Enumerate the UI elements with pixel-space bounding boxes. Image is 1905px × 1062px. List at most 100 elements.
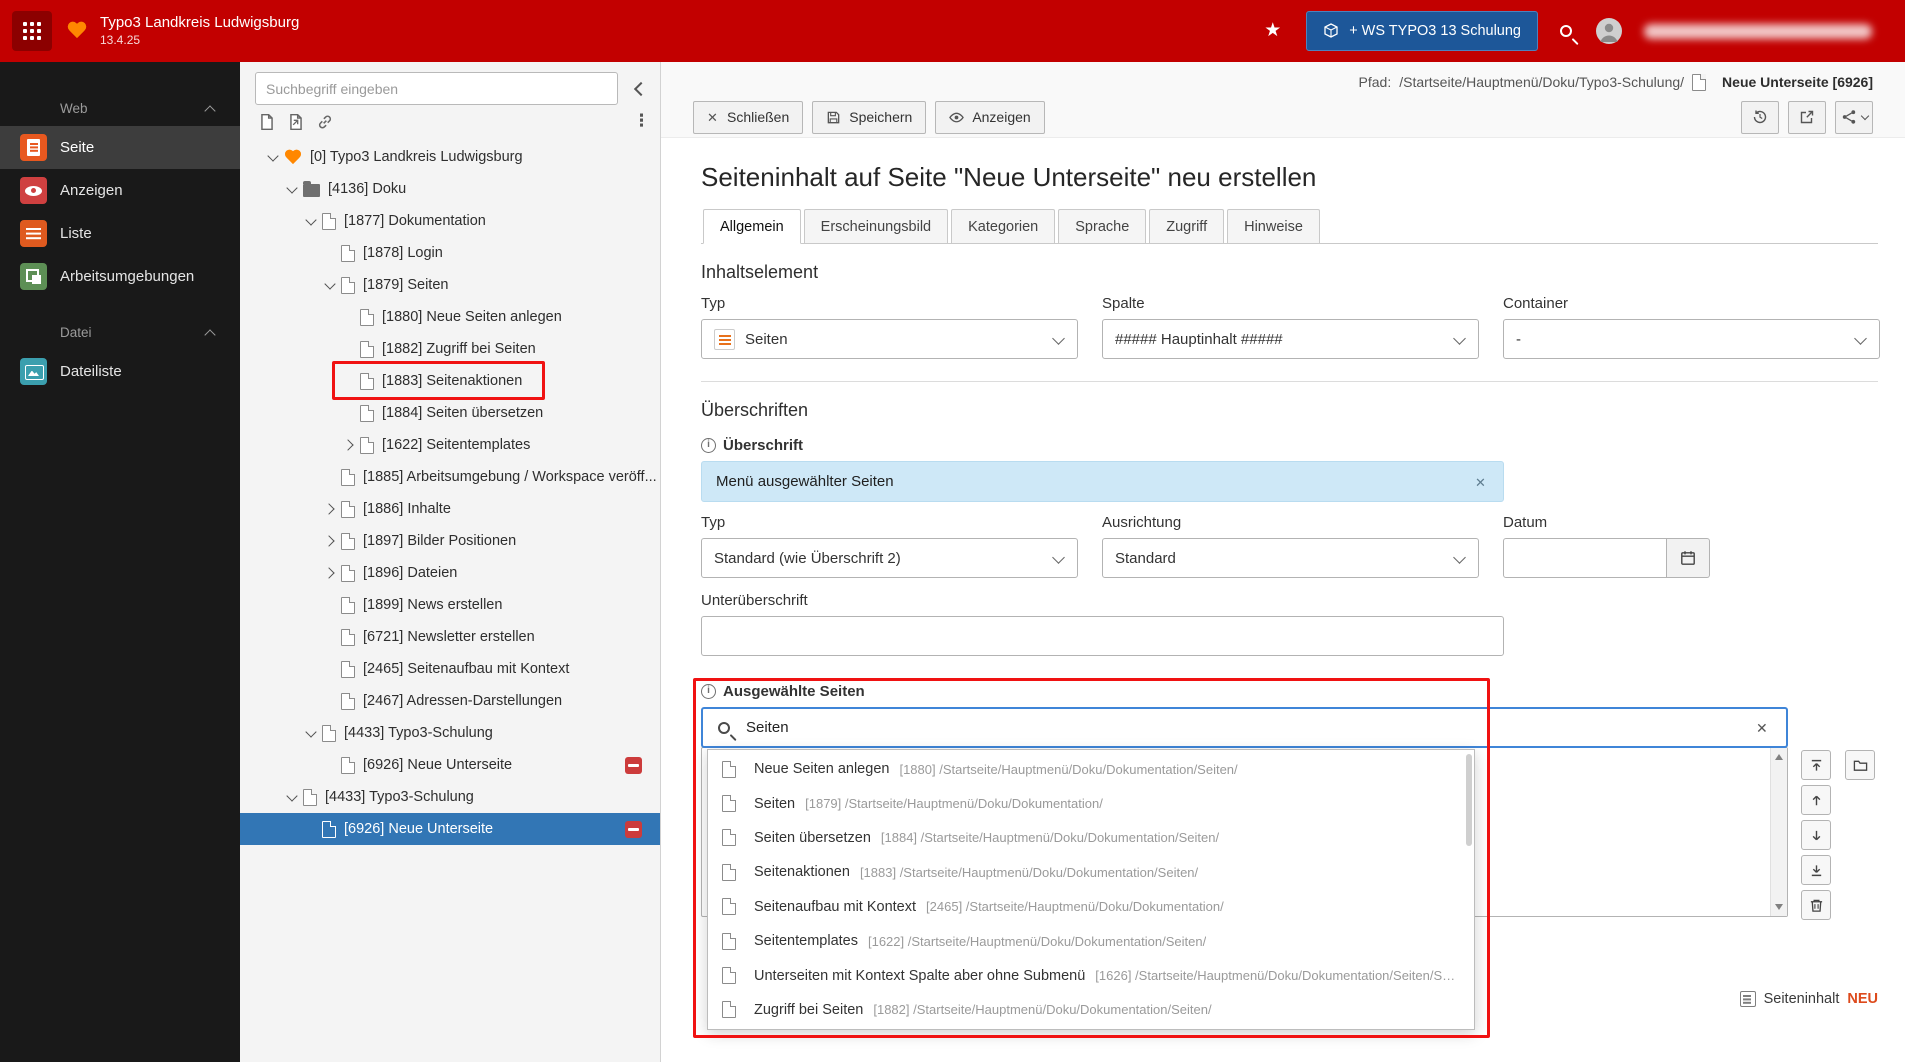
tree-node[interactable]: [1877] Dokumentation bbox=[240, 205, 660, 237]
module-menu-row[interactable]: Dateiliste bbox=[0, 350, 240, 393]
tree-node[interactable]: [1879] Seiten bbox=[240, 269, 660, 301]
bookmark-star-icon[interactable] bbox=[1264, 21, 1284, 41]
tree-node[interactable]: [0] Typo3 Landkreis Ludwigsburg bbox=[240, 141, 660, 173]
tree-actions-menu-icon[interactable] bbox=[628, 111, 650, 131]
tree-expander-icon[interactable] bbox=[284, 180, 303, 199]
suggest-result-item[interactable]: Seiten [1879] /Startseite/Hauptmenü/Doku… bbox=[708, 786, 1474, 820]
listbox-scrollbar[interactable] bbox=[1770, 748, 1787, 916]
tree-node[interactable]: [1897] Bilder Positionen bbox=[240, 525, 660, 557]
tree-node[interactable]: [4136] Doku bbox=[240, 173, 660, 205]
suggest-result-item[interactable]: Seiten übersetzen [1884] /Startseite/Hau… bbox=[708, 821, 1474, 855]
tree-node[interactable]: [1885] Arbeitsumgebung / Workspace veröf… bbox=[240, 461, 660, 493]
suggest-result-item[interactable]: Seitenaufbau mit Kontext [2465] /Startse… bbox=[708, 890, 1474, 924]
ueberschrift-typ-select[interactable]: Standard (wie Überschrift 2) bbox=[701, 538, 1078, 578]
move-down-button[interactable] bbox=[1801, 820, 1831, 850]
module-menu-row[interactable]: Anzeigen bbox=[0, 169, 240, 212]
datepicker-button[interactable] bbox=[1667, 538, 1710, 578]
move-to-bottom-button[interactable] bbox=[1801, 855, 1831, 885]
module-menu-row[interactable]: Datei bbox=[0, 314, 240, 350]
unterueberschrift-input[interactable] bbox=[701, 616, 1504, 656]
form-tab[interactable]: Zugriff bbox=[1149, 209, 1225, 243]
tree-node[interactable]: [1882] Zugriff bei Seiten bbox=[240, 333, 660, 365]
tree-expander-icon[interactable] bbox=[322, 468, 341, 487]
tree-node[interactable]: [4433] Typo3-Schulung bbox=[240, 717, 660, 749]
module-grid-button[interactable] bbox=[12, 11, 52, 51]
tree-expander-icon[interactable] bbox=[322, 756, 341, 775]
view-button[interactable]: Anzeigen bbox=[935, 100, 1045, 134]
tree-expander-icon[interactable] bbox=[265, 148, 284, 167]
tree-node[interactable]: [1622] Seitentemplates bbox=[240, 429, 660, 461]
tree-node[interactable]: [4433] Typo3-Schulung bbox=[240, 781, 660, 813]
tree-expander-icon[interactable] bbox=[322, 244, 341, 263]
remove-item-button[interactable] bbox=[1801, 890, 1831, 920]
suggest-result-item[interactable]: Unterseiten mit Kontext Spalte aber ohne… bbox=[708, 958, 1474, 992]
tree-expander-icon[interactable] bbox=[322, 564, 341, 583]
tree-expander-icon[interactable] bbox=[322, 628, 341, 647]
new-shortcut-page-icon[interactable] bbox=[287, 113, 305, 131]
user-avatar[interactable] bbox=[1596, 18, 1622, 44]
close-button[interactable]: Schließen bbox=[693, 100, 804, 134]
tree-expander-icon[interactable] bbox=[303, 724, 322, 743]
tree-search-input[interactable] bbox=[255, 72, 618, 105]
tree-expander-icon[interactable] bbox=[322, 500, 341, 519]
form-tab[interactable]: Sprache bbox=[1058, 209, 1147, 243]
module-menu-row[interactable]: Web bbox=[0, 90, 240, 126]
suggest-result-item[interactable]: Neue Seiten anlegen [1880] /Startseite/H… bbox=[708, 752, 1474, 786]
move-up-button[interactable] bbox=[1801, 785, 1831, 815]
tree-node[interactable]: [6926] Neue Unterseite bbox=[240, 749, 660, 781]
datum-input[interactable] bbox=[1503, 538, 1667, 578]
username-redacted[interactable] bbox=[1644, 23, 1872, 39]
tree-expander-icon[interactable] bbox=[303, 212, 322, 231]
tree-expander-icon[interactable] bbox=[322, 276, 341, 295]
form-tab[interactable]: Allgemein bbox=[703, 209, 801, 244]
collapse-tree-icon[interactable] bbox=[630, 79, 648, 99]
form-tab[interactable]: Erscheinungsbild bbox=[803, 209, 949, 243]
history-button[interactable] bbox=[1741, 100, 1779, 134]
tree-node[interactable]: [1880] Neue Seiten anlegen bbox=[240, 301, 660, 333]
typ-select[interactable]: Seiten bbox=[701, 319, 1078, 359]
clear-ueberschrift-icon[interactable] bbox=[1475, 474, 1489, 490]
tree-expander-icon[interactable] bbox=[322, 596, 341, 615]
ueberschrift-field[interactable]: Menü ausgewählter Seiten bbox=[701, 461, 1504, 502]
clear-search-icon[interactable] bbox=[1756, 720, 1770, 736]
tree-node[interactable]: [1896] Dateien bbox=[240, 557, 660, 589]
move-to-top-button[interactable] bbox=[1801, 750, 1831, 780]
new-page-icon[interactable] bbox=[258, 113, 276, 131]
tree-node[interactable]: [2465] Seitenaufbau mit Kontext bbox=[240, 653, 660, 685]
tree-expander-icon[interactable] bbox=[322, 532, 341, 551]
tree-node[interactable]: [1884] Seiten übersetzen bbox=[240, 397, 660, 429]
suggest-result-item[interactable]: Seitentemplates [1622] /Startseite/Haupt… bbox=[708, 924, 1474, 958]
container-select[interactable]: - bbox=[1503, 319, 1880, 359]
tree-node[interactable]: [1878] Login bbox=[240, 237, 660, 269]
share-button[interactable] bbox=[1835, 100, 1873, 134]
module-menu-row[interactable]: Arbeitsumgebungen bbox=[0, 255, 240, 298]
tree-expander-icon[interactable] bbox=[341, 372, 360, 391]
tree-expander-icon[interactable] bbox=[284, 788, 303, 807]
form-tab[interactable]: Kategorien bbox=[951, 209, 1056, 243]
tree-node[interactable]: [2467] Adressen-Darstellungen bbox=[240, 685, 660, 717]
tree-node[interactable]: [6721] Newsletter erstellen bbox=[240, 621, 660, 653]
suggest-result-item[interactable]: Seitenaktionen [1883] /Startseite/Hauptm… bbox=[708, 855, 1474, 889]
spalte-select[interactable]: ##### Hauptinhalt ##### bbox=[1102, 319, 1479, 359]
tree-expander-icon[interactable] bbox=[322, 692, 341, 711]
tree-expander-icon[interactable] bbox=[322, 660, 341, 679]
tree-node[interactable]: [1886] Inhalte bbox=[240, 493, 660, 525]
form-tab[interactable]: Hinweise bbox=[1227, 209, 1320, 243]
tree-node[interactable]: [1883] Seitenaktionen bbox=[240, 365, 660, 397]
search-icon[interactable] bbox=[1560, 25, 1572, 37]
page-suggest-input[interactable] bbox=[746, 719, 1742, 736]
workspace-button[interactable]: + WS TYPO3 13 Schulung bbox=[1306, 11, 1538, 51]
module-menu-row[interactable]: Liste bbox=[0, 212, 240, 255]
ausrichtung-select[interactable]: Standard bbox=[1102, 538, 1479, 578]
tree-node[interactable]: [6926] Neue Unterseite bbox=[240, 813, 660, 845]
module-menu-row[interactable]: Seite bbox=[0, 126, 240, 169]
tree-expander-icon[interactable] bbox=[341, 404, 360, 423]
open-in-new-button[interactable] bbox=[1788, 100, 1826, 134]
browse-records-button[interactable] bbox=[1845, 750, 1875, 780]
tree-expander-icon[interactable] bbox=[341, 308, 360, 327]
tree-expander-icon[interactable] bbox=[303, 820, 322, 839]
tree-expander-icon[interactable] bbox=[341, 436, 360, 455]
save-button[interactable]: Speichern bbox=[812, 100, 927, 134]
tree-node[interactable]: [1899] News erstellen bbox=[240, 589, 660, 621]
new-link-page-icon[interactable] bbox=[316, 113, 334, 131]
